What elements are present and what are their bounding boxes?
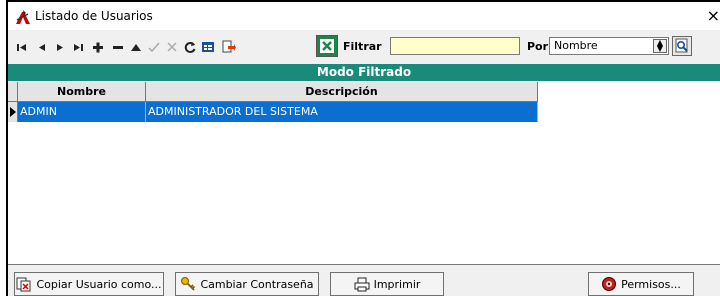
change-password-label: Cambiar Contraseña (200, 277, 314, 291)
sort-by-select[interactable]: Nombre ▲ ▼ (549, 37, 669, 55)
delete-record-icon[interactable] (110, 39, 126, 55)
column-header-descripcion[interactable]: Descripción (146, 82, 538, 102)
filter-label: Filtrar (343, 40, 382, 53)
last-record-icon[interactable] (70, 39, 86, 55)
grid-view-icon[interactable] (200, 39, 216, 55)
close-icon[interactable]: × (706, 7, 720, 25)
users-grid[interactable]: Nombre Descripción ADMIN ADMINISTRADOR D… (8, 82, 720, 265)
export-icon[interactable] (220, 39, 236, 55)
filter-input[interactable] (390, 37, 520, 55)
cell-descripcion[interactable]: ADMINISTRADOR DEL SISTEMA (146, 102, 538, 122)
navigator-toolbar: Filtrar Por Nombre ▲ ▼ (8, 32, 720, 62)
sort-by-label: Por (527, 40, 549, 53)
copy-user-icon (16, 276, 32, 292)
copy-user-button[interactable]: Copiar Usuario como... (14, 272, 164, 296)
search-button[interactable] (672, 36, 692, 56)
post-edit-icon[interactable] (146, 39, 162, 55)
change-password-button[interactable]: Cambiar Contraseña (175, 272, 319, 296)
grid-header: Nombre Descripción (8, 82, 538, 102)
excel-export-button[interactable] (316, 35, 338, 57)
title-bar: Listado de Usuarios × (8, 2, 720, 30)
permissions-icon (601, 276, 617, 292)
key-icon (180, 276, 196, 292)
column-header-nombre[interactable]: Nombre (18, 82, 146, 102)
next-record-icon[interactable] (52, 39, 68, 55)
updown-arrow-icon[interactable]: ▲ ▼ (653, 39, 667, 53)
cell-nombre[interactable]: ADMIN (18, 102, 146, 122)
sort-by-value: Nombre (554, 39, 598, 52)
indicator-header (8, 82, 18, 102)
mode-banner: Modo Filtrado (8, 64, 720, 81)
edit-record-icon[interactable] (128, 39, 144, 55)
permissions-label: Permisos... (621, 277, 681, 291)
print-button[interactable]: Imprimir (330, 272, 444, 296)
app-icon (14, 8, 32, 26)
users-window: Listado de Usuarios × Filtrar Por Nombre… (6, 0, 720, 296)
first-record-icon[interactable] (14, 39, 30, 55)
prior-record-icon[interactable] (34, 39, 50, 55)
window-title: Listado de Usuarios (35, 9, 153, 23)
table-row[interactable]: ADMIN ADMINISTRADOR DEL SISTEMA (8, 102, 538, 122)
printer-icon (354, 276, 370, 292)
print-label: Imprimir (373, 277, 421, 291)
row-indicator-icon (8, 102, 18, 122)
permissions-button[interactable]: Permisos... (588, 272, 694, 296)
insert-record-icon[interactable] (90, 39, 106, 55)
copy-user-label: Copiar Usuario como... (36, 277, 162, 291)
refresh-icon[interactable] (182, 39, 198, 55)
cancel-edit-icon[interactable] (164, 39, 180, 55)
